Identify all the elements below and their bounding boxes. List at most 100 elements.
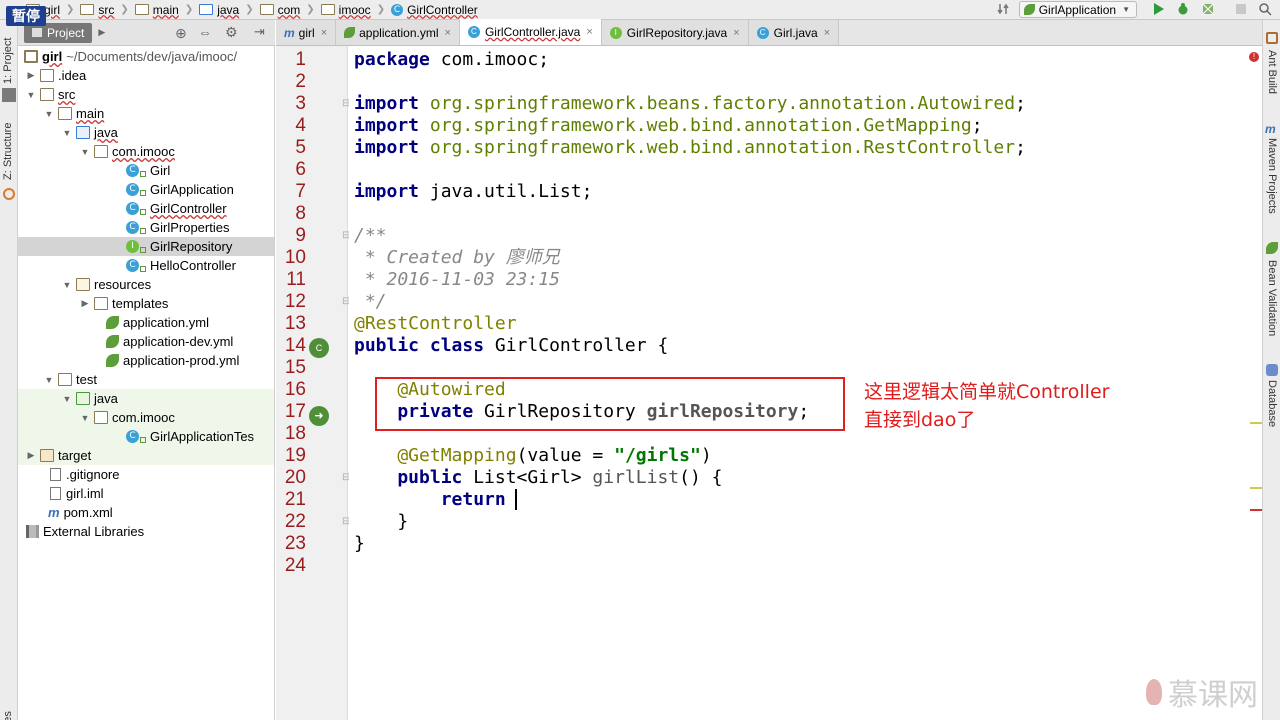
collapse-all-icon[interactable]: ⇔: [198, 24, 212, 40]
spring-boot-icon: [1023, 4, 1035, 15]
project-tool-button[interactable]: 1: Project: [2, 38, 14, 84]
favorites-tool-button[interactable]: orites: [2, 711, 14, 720]
breadcrumb-com[interactable]: com ❯: [259, 3, 315, 17]
breadcrumb-main[interactable]: main ❯: [134, 3, 193, 17]
project-panel-header: Project ▶ ⊕ ⇔ ⚙ ⇥: [18, 20, 275, 46]
warning-marker[interactable]: [1250, 422, 1262, 424]
tree-item-application-prod-yml[interactable]: application-prod.yml: [18, 351, 274, 370]
tree-item-idea[interactable]: ▶ .idea: [18, 66, 274, 85]
close-icon[interactable]: ×: [445, 27, 451, 39]
tab-girl-java[interactable]: C Girl.java ×: [748, 20, 840, 45]
collapse-arrow-icon[interactable]: ▼: [80, 147, 90, 157]
database-tool-button[interactable]: Database: [1266, 380, 1278, 427]
spring-class-icon: C: [126, 430, 139, 443]
vcs-update-icon[interactable]: [996, 2, 1010, 16]
tree-item-hellocontroller[interactable]: C HelloController: [18, 256, 274, 275]
test-folder-icon: [76, 392, 90, 405]
maven-projects-tool-button[interactable]: Maven Projects: [1266, 138, 1278, 214]
debug-icon[interactable]: [1176, 2, 1190, 16]
structure-tool-icon: [3, 188, 15, 200]
structure-tool-button[interactable]: Z: Structure: [2, 123, 14, 180]
code-line-7: import java.util.List;: [354, 181, 593, 202]
bean-validation-tool-button[interactable]: Bean Validation: [1266, 260, 1278, 336]
collapse-arrow-icon[interactable]: ▼: [62, 394, 72, 404]
error-marker[interactable]: [1250, 509, 1262, 511]
line-number: 12: [284, 291, 306, 312]
breadcrumb-src[interactable]: src ❯: [80, 3, 129, 17]
tree-item-main[interactable]: ▼ main: [18, 104, 274, 123]
line-number: 23: [284, 533, 306, 554]
tab-application-yml[interactable]: application.yml ×: [336, 20, 460, 45]
hide-panel-icon[interactable]: ⇥: [254, 24, 265, 40]
stop-icon[interactable]: [1234, 2, 1248, 16]
tree-item-girl-class[interactable]: C Girl: [18, 161, 274, 180]
tree-item-application-yml[interactable]: application.yml: [18, 313, 274, 332]
tree-item-girlcontroller[interactable]: C GirlController: [18, 199, 274, 218]
tree-item-test-package[interactable]: ▼ com.imooc: [18, 408, 274, 427]
coverage-icon[interactable]: [1201, 2, 1215, 16]
tree-item-test-java[interactable]: ▼ java: [18, 389, 274, 408]
line-number: 24: [284, 555, 306, 576]
tree-item-gitignore[interactable]: .gitignore: [18, 465, 274, 484]
collapse-arrow-icon[interactable]: ▼: [80, 413, 90, 423]
tree-item-girlproperties[interactable]: C GirlProperties: [18, 218, 274, 237]
maven-icon: m: [48, 505, 60, 520]
libraries-icon: [26, 525, 39, 538]
expand-arrow-icon[interactable]: ▶: [26, 70, 36, 81]
tree-item-target[interactable]: ▶ target: [18, 446, 274, 465]
tree-item-resources[interactable]: ▼ resources: [18, 275, 274, 294]
spring-bean-gutter-icon[interactable]: C: [309, 338, 329, 358]
code-line-23: }: [354, 533, 365, 554]
tree-item-src[interactable]: ▼ src: [18, 85, 274, 104]
tree-item-package[interactable]: ▼ com.imooc: [18, 142, 274, 161]
collapse-arrow-icon[interactable]: ▼: [44, 375, 54, 385]
collapse-arrow-icon[interactable]: ▼: [62, 128, 72, 138]
tree-item-girlapplicationtests[interactable]: C GirlApplicationTes: [18, 427, 274, 446]
collapse-arrow-icon[interactable]: ▼: [62, 280, 72, 290]
line-number: 6: [295, 159, 306, 180]
run-configuration-select[interactable]: GirlApplication ▼: [1018, 1, 1137, 18]
locate-icon[interactable]: ⊕: [175, 25, 187, 42]
close-icon[interactable]: ×: [321, 27, 327, 39]
tab-girlrepository-java[interactable]: I GirlRepository.java ×: [601, 20, 749, 45]
tree-item-girlrepository[interactable]: I GirlRepository: [18, 237, 274, 256]
close-icon[interactable]: ×: [733, 27, 739, 39]
folder-icon: [40, 69, 54, 82]
line-number: 2: [295, 71, 306, 92]
tab-girlcontroller-java[interactable]: C GirlController.java ×: [459, 19, 602, 45]
tree-item-pom-xml[interactable]: m pom.xml: [18, 503, 274, 522]
breadcrumb-imooc[interactable]: imooc ❯: [320, 3, 385, 17]
expand-arrow-icon[interactable]: ▶: [80, 298, 90, 309]
breadcrumb-java[interactable]: java ❯: [199, 3, 254, 17]
expand-arrow-icon[interactable]: ▶: [26, 450, 36, 461]
collapse-arrow-icon[interactable]: ▼: [44, 109, 54, 119]
right-tool-strip: Ant Build m Maven Projects Bean Validati…: [1262, 20, 1280, 720]
code-line-11: * 2016-11-03 23:15: [354, 269, 560, 290]
ant-build-tool-button[interactable]: Ant Build: [1266, 50, 1278, 94]
chevron-right-icon[interactable]: ▶: [98, 27, 105, 38]
line-number: 11: [286, 269, 306, 290]
watermark: 慕课网: [1146, 670, 1258, 714]
tree-item-templates[interactable]: ▶ templates: [18, 294, 274, 313]
close-icon[interactable]: ×: [586, 26, 592, 38]
warning-marker[interactable]: [1250, 487, 1262, 489]
tree-item-girl[interactable]: girl ~/Documents/dev/java/imooc/: [18, 47, 274, 66]
folder-icon: [40, 88, 54, 101]
autowired-gutter-icon[interactable]: ➜: [309, 406, 329, 426]
line-number: 17: [284, 401, 306, 422]
tree-item-java[interactable]: ▼ java: [18, 123, 274, 142]
search-everywhere-icon[interactable]: [1258, 2, 1272, 16]
tree-item-girl-iml[interactable]: girl.iml: [18, 484, 274, 503]
yml-icon: [106, 335, 119, 348]
tree-item-test[interactable]: ▼ test: [18, 370, 274, 389]
breadcrumb-girlcontroller[interactable]: C GirlController: [391, 3, 478, 17]
tab-girl[interactable]: m girl ×: [276, 20, 337, 45]
close-icon[interactable]: ×: [824, 27, 830, 39]
tree-item-girlapplication[interactable]: C GirlApplication: [18, 180, 274, 199]
collapse-arrow-icon[interactable]: ▼: [26, 90, 36, 100]
gear-icon[interactable]: ⚙: [225, 24, 238, 41]
run-icon[interactable]: [1151, 2, 1165, 16]
tree-item-external-libraries[interactable]: External Libraries: [18, 522, 274, 541]
tree-item-application-dev-yml[interactable]: application-dev.yml: [18, 332, 274, 351]
error-indicator-icon[interactable]: !: [1249, 52, 1259, 62]
